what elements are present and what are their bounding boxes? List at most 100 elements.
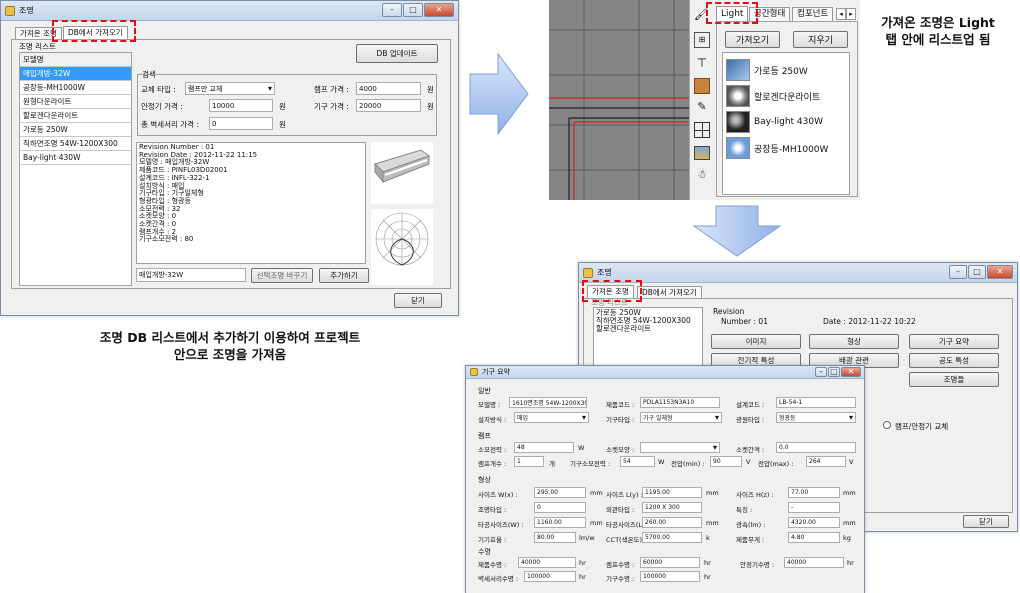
shape-button[interactable]: 형상 [809,334,899,349]
lamp-price-input[interactable]: 4000 [356,82,421,95]
feature-field[interactable]: - [788,502,840,513]
size-z-field[interactable]: 77.00 [788,487,840,498]
list-item[interactable]: 할로겐다운라이트 [20,109,131,123]
hole-l-field[interactable]: 260.00 [642,517,702,528]
tab-scroll-left-icon[interactable]: ◂ [836,8,846,20]
radio-label: 램프/안정기 교체 [895,422,949,431]
light-shape-field[interactable]: 0 [534,502,586,513]
close-icon[interactable]: ✕ [987,265,1013,279]
unit-k: k [706,534,710,542]
close-icon[interactable]: ✕ [424,3,454,17]
close-button[interactable]: 닫기 [394,293,442,308]
chair-icon[interactable] [694,78,710,94]
ballast-price-input[interactable]: 10000 [209,99,273,112]
fixture-summary-button[interactable]: 기구 요약 [909,334,999,349]
fixture-type-select[interactable]: 기구 일체형 [640,412,722,423]
light-list[interactable]: 모델명 매입개방-32W 공장등-MH1000W 원형다운라이트 할로겐다운라이… [19,52,132,286]
list-item[interactable]: 할로겐다운라이트 [596,325,700,333]
fixture-summary-window: 기구 요약 – □ ✕ 일반 모델명 : 1610면조명 54W-1200X30… [465,365,865,593]
list-item[interactable]: 할로겐다운라이트 [726,84,820,108]
list-item[interactable]: Bay-light 430W [726,110,823,134]
tab-component[interactable]: 컴포넌트 [792,7,834,21]
clear-button[interactable]: 지우기 [793,31,848,48]
tab-scroll-right-icon[interactable]: ▸ [846,8,856,20]
caption-line: 가져온 조명은 Light [881,15,995,30]
photometric-button[interactable]: 공도 특성 [909,353,999,368]
beam-field[interactable]: 4320.00 [788,517,840,528]
maximize-button[interactable]: □ [828,367,840,377]
close-button[interactable]: 닫기 [963,515,1009,528]
close-icon[interactable]: ✕ [841,367,861,377]
fixture-price-label: 기구 가격 : [314,102,349,111]
db-update-button[interactable]: DB 업데이트 [356,44,438,63]
radio-button[interactable] [883,421,891,429]
product-code-field[interactable]: PDLA1153N3A10 [640,397,720,408]
grid-icon[interactable] [694,122,710,138]
people-icon[interactable]: ☃ [694,168,710,184]
accessory-price-input[interactable]: 0 [209,117,273,130]
fixture-type-label: 기구타입 : [606,416,635,424]
add-button[interactable]: 추가하기 [319,268,369,283]
lamp-icon[interactable]: ⊤ [694,56,710,72]
size-x-field[interactable]: 295.00 [534,487,586,498]
image-button[interactable]: 이미지 [711,334,801,349]
won-unit: 원 [279,102,286,111]
product-life-field[interactable]: 40000 [518,557,576,568]
list-item[interactable]: 공장등-MH1000W [726,136,828,160]
efficiency-field[interactable]: 80.00 [534,532,576,543]
power-field[interactable]: 48 [514,442,574,453]
lights-button[interactable]: 조명들 [909,372,999,387]
unit-mm: mm [706,489,719,497]
maximize-button[interactable]: □ [968,265,986,279]
design-code-field[interactable]: LB-54-1 [776,397,856,408]
cct-field[interactable]: 5700.00 [642,532,702,543]
caption-line: 조명 DB 리스트에서 추가하기 이용하여 프로젝트 [99,330,361,345]
viewport-3d[interactable] [549,0,689,200]
socket-gap-field[interactable]: 0.0 [776,442,856,453]
lamp-count-field[interactable]: 1 [514,456,544,467]
list-item[interactable]: Bay-light 430W [20,151,131,165]
fixture-price-input[interactable]: 20000 [356,99,421,112]
unit-mm: mm [706,519,719,527]
size-y-field[interactable]: 1195.00 [642,487,702,498]
vmax-field[interactable]: 264 [806,456,846,467]
ballast-life-field[interactable]: 40000 [784,557,844,568]
maximize-button[interactable]: □ [403,3,423,17]
light-name-input[interactable]: 매입개방-32W [136,268,246,282]
accessory-life-field[interactable]: 100000 [524,571,576,582]
list-item[interactable]: 매입개방-32W [20,67,131,81]
pen-icon[interactable]: ✎ [694,100,710,116]
fixture-power-field[interactable]: 54 [620,456,655,467]
list-item[interactable]: 공장등-MH1000W [20,81,131,95]
fixture-life-field[interactable]: 100000 [640,571,700,582]
hierarchy-icon[interactable]: ⊞ [694,32,710,48]
list-item[interactable]: 원형다운라이트 [20,95,131,109]
ballast-life-label: 안정기수명 : [740,561,775,569]
model-field[interactable]: 1610면조명 54W-1200X300 [509,397,587,408]
change-selected-light-button[interactable]: 선택조명 바꾸기 [251,268,313,283]
vmin-field[interactable]: 90 [710,456,742,467]
install-select[interactable]: 매입 [514,412,589,423]
weight-field[interactable]: 4.80 [788,532,840,543]
list-item[interactable]: 가로등 250W [20,123,131,137]
light-type-select[interactable]: 형광등 [776,412,856,423]
minimize-button[interactable]: – [382,3,402,17]
lamp-life-field[interactable]: 60000 [640,557,700,568]
list-item[interactable]: 직하면조명 54W-1200X300 [20,137,131,151]
size-y-label: 사이즈 L(y) : [606,491,643,499]
replace-type-select[interactable]: 램프만 교체 [185,82,275,95]
image-icon[interactable] [694,146,710,160]
minimize-button[interactable]: – [949,265,967,279]
list-item[interactable]: 가로등 250W [726,58,808,82]
hole-w-field[interactable]: 1160.00 [534,517,586,528]
vmax-label: 전압(max) : [758,460,794,468]
won-unit: 원 [427,85,434,94]
imported-light-list[interactable]: 가로등 250W 할로겐다운라이트 Bay-light 430W 공장등-MH1… [722,52,850,195]
outer-type-field[interactable]: 1200 X 300 [642,502,702,513]
minimize-button[interactable]: – [815,367,827,377]
list-item-label: 할로겐다운라이트 [754,92,821,103]
title-bar: 기구 요약 [466,366,864,379]
fetch-button[interactable]: 가져오기 [725,31,780,48]
model-label: 모델명 : [478,401,501,409]
socket-select[interactable] [640,442,720,453]
